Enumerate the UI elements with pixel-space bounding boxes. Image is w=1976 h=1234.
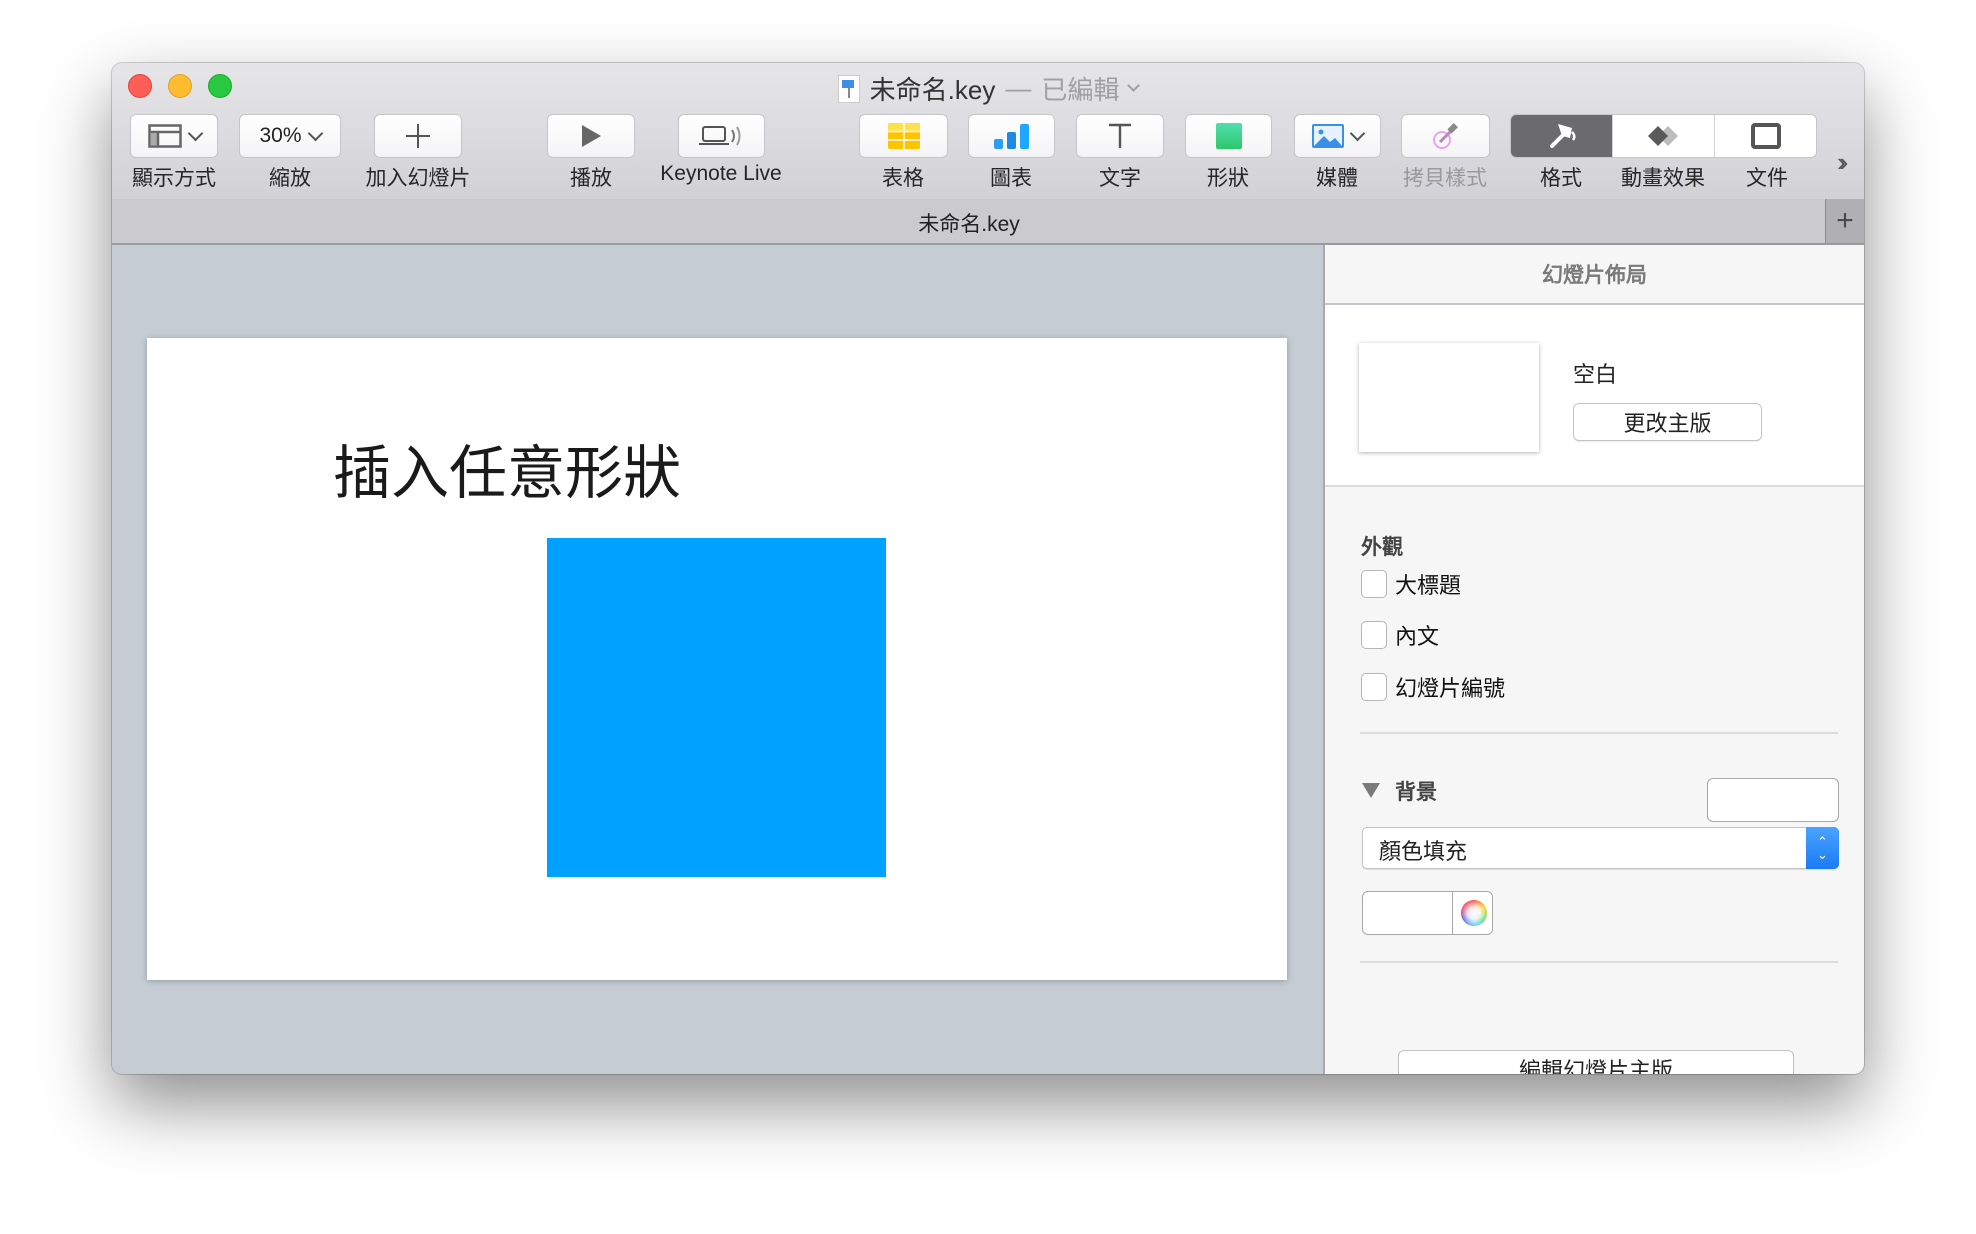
background-color-swatch[interactable]: [1707, 778, 1839, 822]
plus-icon: +: [1836, 204, 1854, 237]
slide[interactable]: 插入任意形狀: [147, 338, 1287, 980]
fill-type-value: 顏色填充: [1379, 839, 1468, 864]
shape-label: 形狀: [1207, 167, 1249, 190]
add-slide-label: 加入幻燈片: [365, 167, 471, 190]
chevron-down-icon: [307, 125, 323, 141]
media-label: 媒體: [1316, 167, 1358, 190]
color-wheel-icon[interactable]: [1461, 900, 1487, 926]
keynote-live-label: Keynote Live: [660, 162, 782, 185]
diamond-animate-icon: [1647, 126, 1678, 146]
title-checkbox[interactable]: [1361, 570, 1387, 598]
slide-title[interactable]: 插入任意形狀: [147, 426, 867, 510]
background-label: 背景: [1395, 781, 1437, 804]
chevron-down-icon: [1349, 125, 1366, 141]
edited-status[interactable]: 已編輯: [1041, 70, 1119, 107]
master-section: 空白 更改主版: [1325, 305, 1864, 487]
tab-document[interactable]: 未命名.key: [112, 208, 1826, 238]
title-separator: —: [1005, 73, 1032, 103]
zoom-label: 縮放: [269, 167, 311, 190]
add-slide-button[interactable]: [374, 114, 462, 158]
sidebar-layout-icon: [147, 124, 182, 148]
text-icon: [1109, 123, 1131, 148]
view-button[interactable]: [130, 114, 218, 158]
chart-button[interactable]: [968, 114, 1055, 158]
inspector-segmented-control: [1510, 114, 1817, 158]
eyedropper-icon: [1432, 123, 1458, 149]
chevron-down-icon: [187, 125, 203, 141]
document-name: 未命名.key: [869, 75, 996, 105]
play-icon: [582, 125, 601, 147]
table-label: 表格: [882, 167, 924, 190]
document-icon: [1750, 123, 1781, 149]
view-label: 顯示方式: [132, 167, 216, 190]
master-name: 空白: [1573, 362, 1618, 387]
edit-master-button[interactable]: 編輯幻燈片主版: [1398, 1050, 1794, 1074]
format-label: 格式: [1540, 167, 1582, 190]
chevron-down-icon[interactable]: [1127, 79, 1141, 92]
play-button[interactable]: [547, 114, 635, 158]
checkbox-row[interactable]: 內文: [1361, 619, 1439, 651]
checkbox-row[interactable]: 幻燈片編號: [1361, 671, 1505, 703]
master-thumbnail[interactable]: [1359, 343, 1539, 452]
checkbox-row[interactable]: 大標題: [1361, 568, 1461, 600]
zoom-select[interactable]: 30%: [239, 114, 341, 158]
window-title: 未命名.key — 已編輯: [112, 70, 1864, 110]
table-icon: [887, 123, 920, 149]
text-button[interactable]: [1076, 114, 1164, 158]
toolbar-overflow-icon[interactable]: ››: [1837, 147, 1849, 178]
slide-number-checkbox[interactable]: [1361, 673, 1387, 701]
zoom-value: 30%: [259, 124, 302, 147]
new-tab-button[interactable]: +: [1825, 199, 1864, 243]
stepper-arrows-icon: ⌃ ⌄: [1806, 827, 1839, 869]
format-button[interactable]: [1511, 115, 1613, 157]
plus-icon: [406, 124, 430, 148]
blue-square-shape[interactable]: [547, 538, 886, 877]
keynote-doc-icon: [837, 74, 860, 103]
keynote-live-button[interactable]: [678, 114, 765, 158]
document-label: 文件: [1746, 167, 1788, 190]
animate-label: 動畫效果: [1621, 167, 1705, 190]
divider: [1360, 732, 1838, 734]
tab-bar: 未命名.key +: [112, 199, 1864, 245]
copy-style-label: 拷貝樣式: [1403, 167, 1487, 190]
bar-chart-icon: [993, 124, 1029, 149]
checkbox-label: 幻燈片編號: [1395, 676, 1506, 701]
inspector-header: 幻燈片佈局: [1325, 245, 1864, 305]
divider: [1360, 961, 1838, 963]
copy-style-button[interactable]: [1401, 114, 1490, 158]
image-icon: [1312, 124, 1344, 148]
play-label: 播放: [570, 167, 612, 190]
fill-color-well[interactable]: [1362, 891, 1493, 935]
inspector-panel: 幻燈片佈局 空白 更改主版 外觀 大標題 內文 幻燈片編號 背景 顏色填充 ⌃ ⌄: [1323, 245, 1864, 1074]
table-button[interactable]: [859, 114, 948, 158]
shape-button[interactable]: [1185, 114, 1272, 158]
checkbox-label: 內文: [1395, 624, 1440, 649]
slide-canvas: 插入任意形狀: [112, 245, 1323, 1074]
laptop-broadcast-icon: [698, 126, 740, 146]
disclosure-triangle-icon[interactable]: [1362, 783, 1380, 798]
chart-label: 圖表: [990, 167, 1032, 190]
animate-button[interactable]: [1613, 115, 1715, 157]
appearance-label: 外觀: [1361, 536, 1403, 559]
document-button[interactable]: [1715, 115, 1816, 157]
square-shape-icon: [1215, 123, 1242, 149]
paintbrush-icon: [1549, 124, 1576, 148]
title-toolbar: 未命名.key — 已編輯 顯示方式 30% 縮放 加入幻燈片 播放 Keyno…: [112, 63, 1864, 200]
change-master-button[interactable]: 更改主版: [1573, 403, 1762, 441]
color-well-divider: [1452, 892, 1453, 934]
keynote-window: 未命名.key — 已編輯 顯示方式 30% 縮放 加入幻燈片 播放 Keyno…: [112, 63, 1864, 1074]
media-button[interactable]: [1294, 114, 1381, 158]
checkbox-label: 大標題: [1395, 573, 1462, 598]
body-checkbox[interactable]: [1361, 621, 1387, 649]
text-label: 文字: [1099, 167, 1141, 190]
fill-type-select[interactable]: 顏色填充 ⌃ ⌄: [1362, 827, 1839, 869]
